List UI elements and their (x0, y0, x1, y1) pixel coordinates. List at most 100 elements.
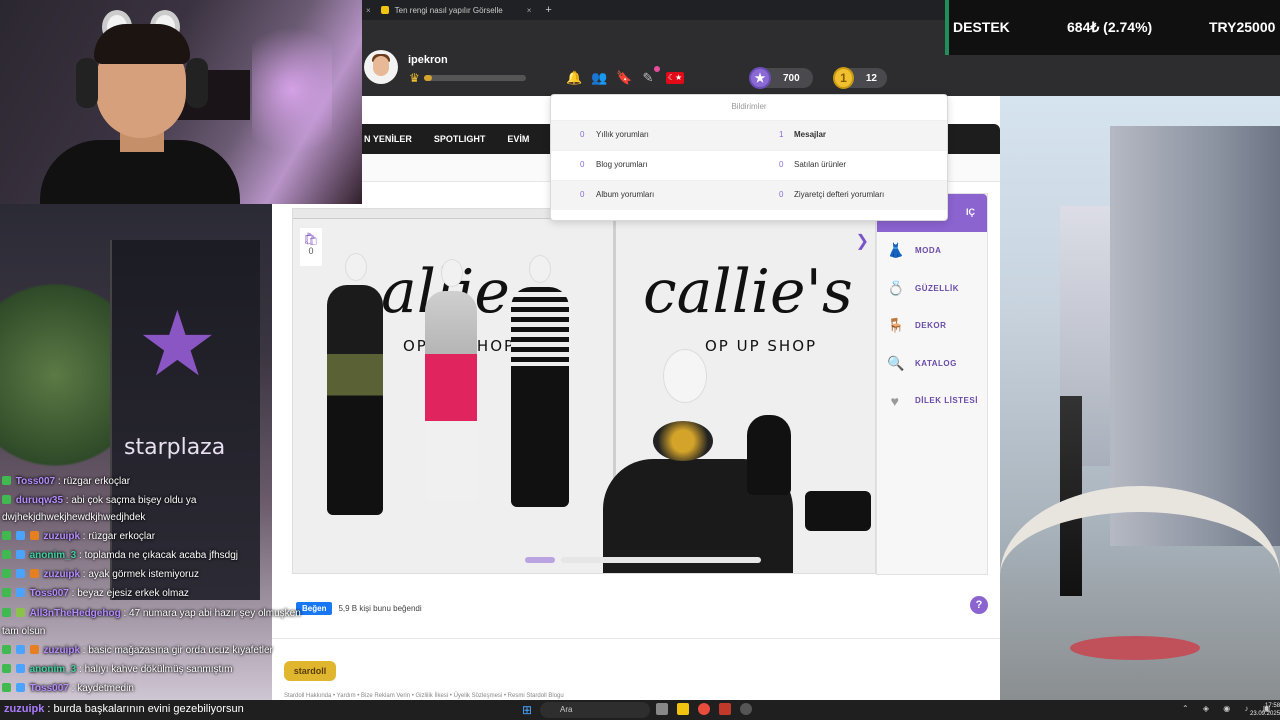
notification-link[interactable]: Album yorumları (596, 190, 654, 199)
moderator-badge-icon (2, 588, 11, 597)
category-label: DEKOR (915, 321, 947, 331)
chair-icon: 🪑 (887, 317, 905, 334)
moderator-badge-icon (2, 495, 11, 504)
friends-icon[interactable]: 👥 (591, 70, 607, 86)
notification-count: 1 (779, 130, 784, 139)
moderator-badge-icon (2, 531, 11, 540)
new-tab-button[interactable]: + (545, 4, 551, 16)
sub-badge-icon (15, 588, 25, 597)
close-tab-button[interactable]: × (527, 6, 532, 15)
notification-link[interactable]: Yıllık yorumları (596, 130, 649, 139)
notification-bell-icon[interactable]: 🔔 (566, 70, 582, 86)
shopping-basket[interactable]: 🛍 0 (299, 227, 323, 267)
avatar[interactable] (364, 50, 398, 84)
username[interactable]: ipekron (408, 54, 448, 66)
coin-balance[interactable]: 1 12 (833, 67, 887, 89)
star-logo-icon: ★ (137, 295, 218, 395)
chat-username: Toss007 (29, 683, 69, 694)
chat-text: : 47 numara yap abi hazır şey olmuşken (123, 608, 301, 619)
chat-text: : ayak görmek istemiyoruz (82, 569, 199, 580)
notification-count: 0 (580, 130, 585, 139)
donation-ticker: DESTEK 684₺ (2.74%) TRY25000 (945, 0, 1280, 55)
avatar-face (373, 56, 389, 76)
banner-subtitle: OP UP SHOP (705, 337, 818, 355)
notification-row: 0 Yıllık yorumları 1 Mesajlar (551, 120, 947, 150)
sub-badge-icon (15, 645, 25, 654)
category-beauty[interactable]: 💍 GÜZELLİK (877, 270, 987, 308)
category-wishlist[interactable]: ♥ DİLEK LİSTESİ (877, 382, 987, 420)
level-progress-bar (424, 75, 526, 81)
system-clock[interactable]: 17:58 23.09.2025 (1250, 702, 1280, 718)
taskbar-search[interactable]: Ara (540, 702, 650, 718)
turkey-flag-icon[interactable]: ☾★ (666, 72, 684, 84)
chat-username: anonim_3 (29, 664, 77, 675)
gift-badge-icon (29, 569, 39, 578)
gift-badge-icon (29, 645, 39, 654)
slide-indicator-active[interactable] (525, 557, 555, 563)
chat-text: dwjhekjdhwekjhewdkjhwedjhdek (2, 512, 146, 523)
category-catalog[interactable]: 🔍 KATALOG (877, 345, 987, 383)
diamond-badge-icon (15, 608, 25, 617)
nav-item-new[interactable]: N YENİLER (364, 134, 412, 144)
nav-item-home[interactable]: EVİM (507, 134, 529, 144)
notification-link[interactable]: Ziyaretçi defteri yorumları (794, 190, 884, 199)
obs-icon[interactable] (740, 703, 752, 715)
latest-chat-message: zuzuipk : burda başkalarının evini gezeb… (4, 703, 244, 715)
notification-row: 0 Album yorumları 0 Ziyaretçi defteri yo… (551, 180, 947, 210)
chat-message: Toss007 : rüzgar erkoçlar (2, 476, 130, 487)
coin-amount: 12 (865, 72, 877, 84)
chat-message: zuzuipk : rüzgar erkoçlar (2, 531, 155, 542)
windows-start-icon[interactable]: ⊞ (522, 703, 532, 717)
chat-username: zuzuipk (43, 531, 81, 542)
chat-message: anonim_3 : toplamda ne çıkacak acaba jfh… (2, 550, 238, 561)
chat-text: : abi çok saçma bişey oldu ya (65, 495, 197, 506)
sub-badge-icon (15, 550, 25, 559)
stardollar-balance[interactable]: ★ 700 (749, 67, 813, 89)
nav-item-spotlight[interactable]: SPOTLIGHT (434, 134, 486, 144)
notification-link[interactable]: Blog yorumları (596, 160, 648, 169)
notification-link[interactable]: Satılan ürünler (794, 160, 846, 169)
sub-badge-icon (15, 683, 25, 692)
gift-badge-icon (29, 531, 39, 540)
bookmark-icon[interactable]: 🔖 (616, 70, 632, 86)
webcam-overlay (0, 0, 362, 204)
chat-text: : beyaz ejesiz erkek olmaz (71, 588, 189, 599)
chat-username: anonim_3 (29, 550, 77, 561)
rgb-light (252, 10, 332, 170)
category-label: MODA (915, 246, 942, 256)
heart-icon: ♥ (890, 392, 900, 409)
notification-link[interactable]: Mesajlar (794, 130, 826, 139)
starplaza-sign: starplaza (124, 435, 226, 460)
moderator-badge-icon (2, 645, 11, 654)
notification-count: 0 (580, 160, 585, 169)
pen-icon[interactable]: ✎ (641, 66, 660, 86)
basket-icon: 🛍 (303, 232, 319, 246)
category-fashion[interactable]: 👗 MODA (877, 232, 987, 270)
chevron-right-icon[interactable]: ❯ (856, 231, 869, 251)
tower-graphic (1110, 126, 1280, 546)
ticker-target: TRY25000 (1209, 19, 1276, 35)
close-tab-button[interactable]: × (366, 6, 371, 15)
category-label: DİLEK LİSTESİ (915, 396, 978, 406)
category-decor[interactable]: 🪑 DEKOR (877, 307, 987, 345)
clock-time: 17:58 (1265, 703, 1280, 709)
necklace-bust (747, 415, 791, 495)
sub-badge-icon (15, 569, 25, 578)
streamer-figure (40, 10, 240, 204)
chat-message: zuzuipk : ayak görmek istemiyoruz (2, 569, 199, 580)
chat-message: anonim_3 : halıyı kahve dökülmüş sanmışt… (2, 664, 232, 675)
like-count: 5,9 B kişi bunu beğendi (338, 604, 422, 613)
notification-count: 0 (779, 160, 784, 169)
moderator-badge-icon (2, 550, 11, 559)
coin-icon: 1 (833, 67, 854, 89)
chrome-icon[interactable] (698, 703, 710, 715)
task-view-icon[interactable] (656, 703, 668, 715)
mannequin-head (441, 259, 463, 287)
browser-tab[interactable]: Ten rengi nasıl yapılır Görselle × (380, 6, 532, 15)
search-icon: 🔍 (887, 354, 905, 371)
store-banner[interactable]: 🛍 0 allie OP UP SHOP callie's OP UP SHOP… (292, 208, 876, 574)
site-footer: stardoll Stardoll Hakkında • Yardım • Bi… (272, 638, 1000, 700)
help-button[interactable]: ? (970, 596, 988, 614)
file-explorer-icon[interactable] (677, 703, 689, 715)
media-app-icon[interactable] (719, 703, 731, 715)
